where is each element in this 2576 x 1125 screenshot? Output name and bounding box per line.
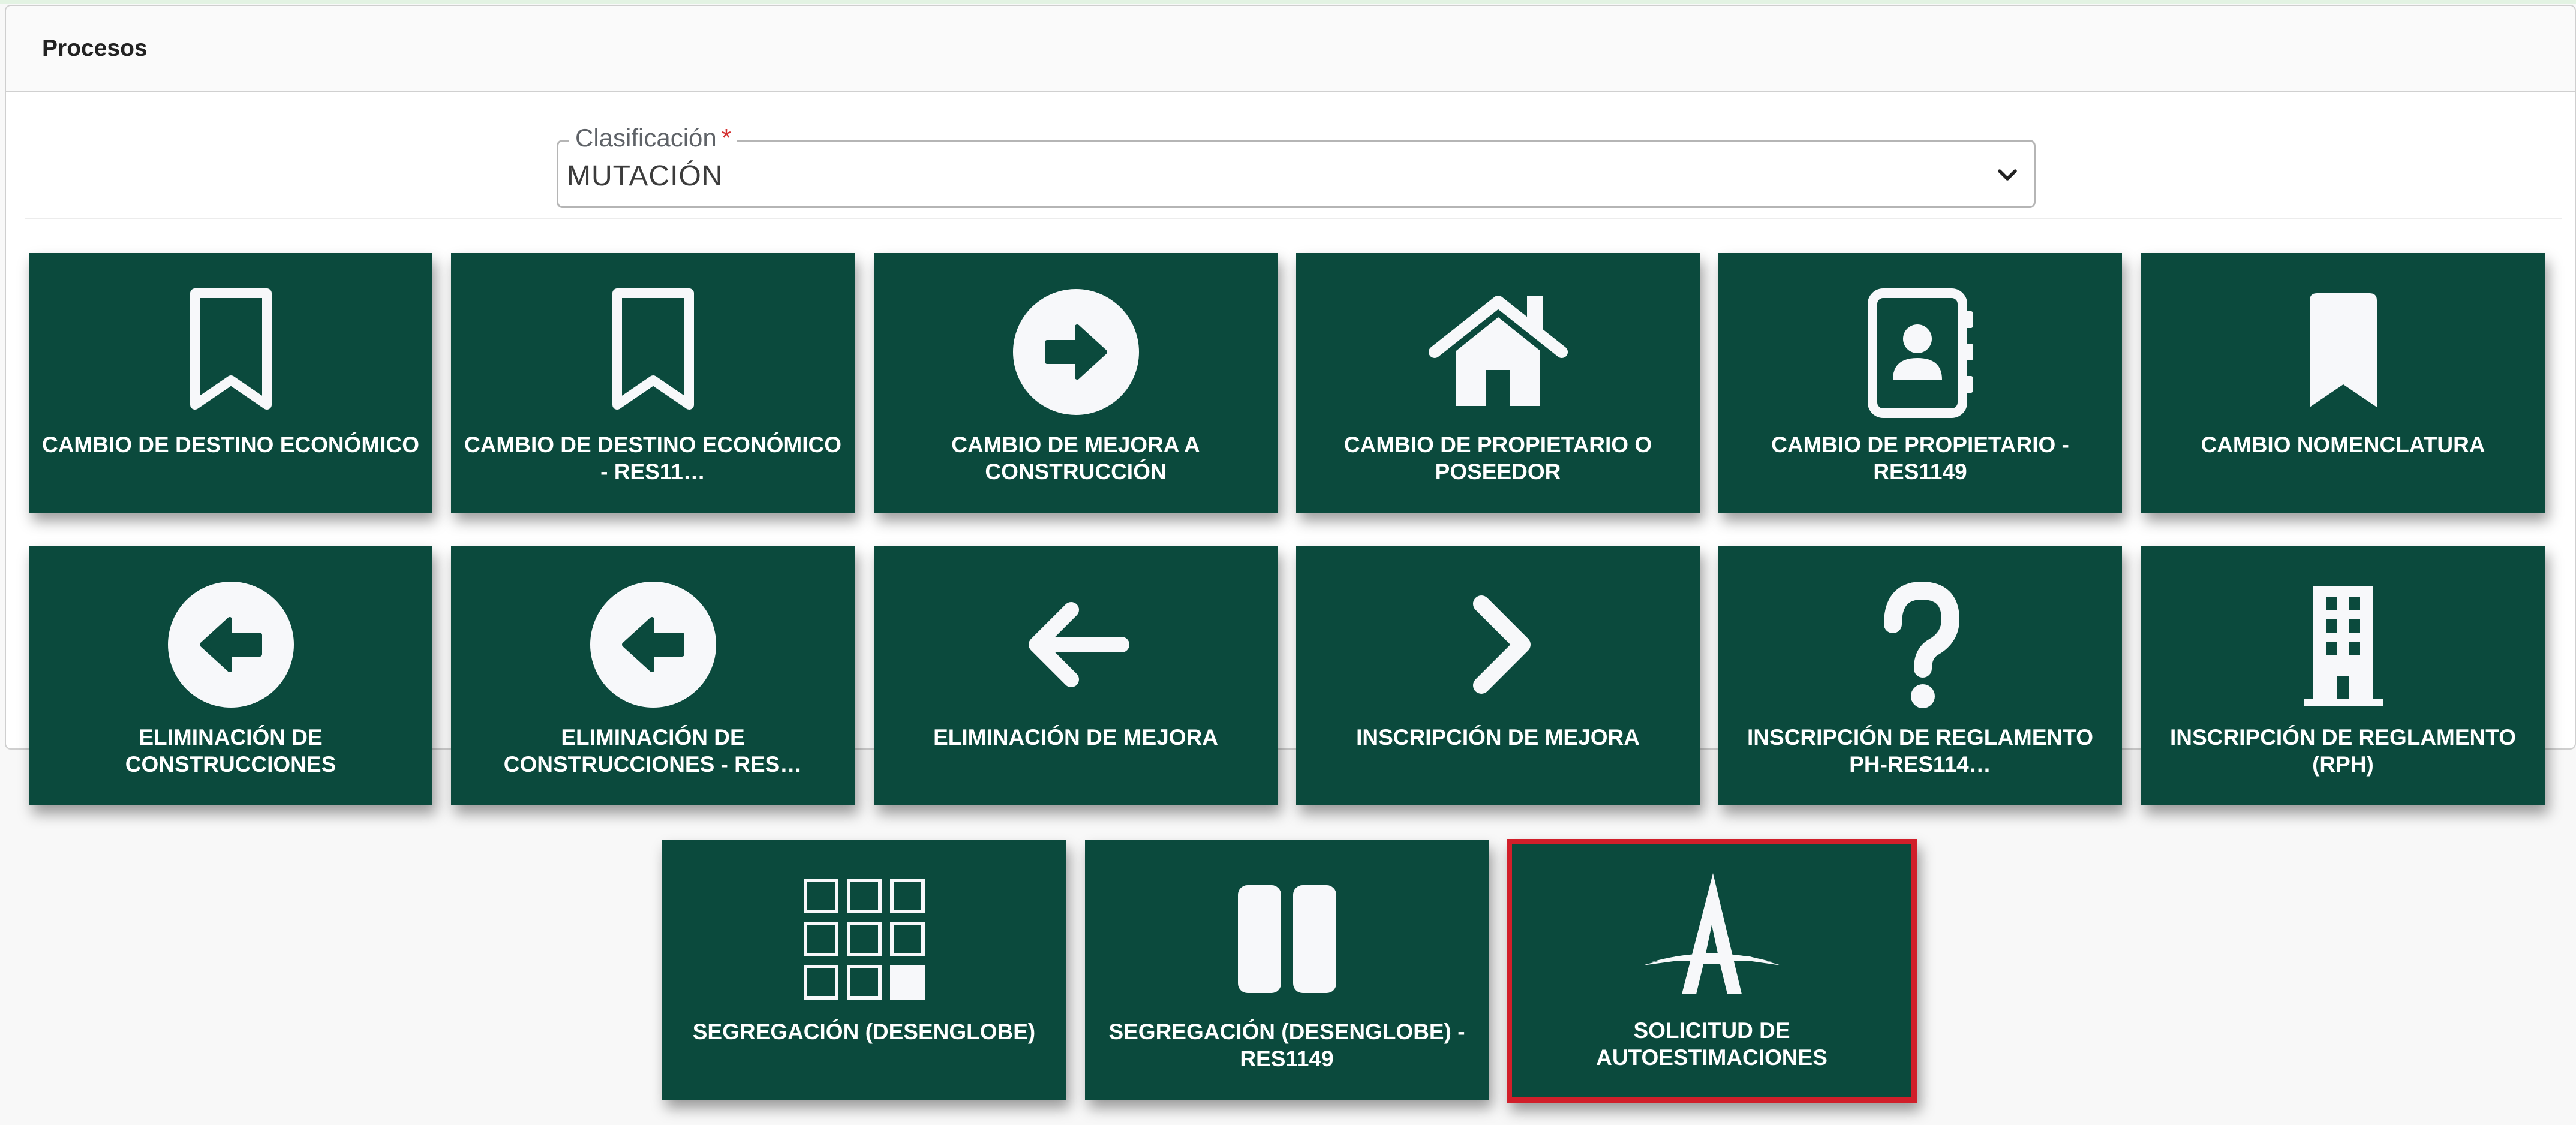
process-tile-inscripcion-de-reglamento-rph[interactable]: INSCRIPCIÓN DE REGLAMENTO (RPH) bbox=[2141, 546, 2545, 805]
tile-label: SEGREGACIÓN (DESENGLOBE) bbox=[692, 1019, 1036, 1044]
process-tile-eliminacion-de-construcciones[interactable]: ELIMINACIÓN DE CONSTRUCCIONES bbox=[29, 546, 432, 805]
bookmark-outline-icon bbox=[581, 280, 725, 424]
tile-label: CAMBIO DE DESTINO ECONÓMICO bbox=[41, 432, 420, 457]
circle-arrow-left-icon bbox=[581, 573, 725, 717]
panel-header: Procesos bbox=[6, 6, 2575, 92]
tile-label: SOLICITUD DE AUTOESTIMACIONES bbox=[1596, 1018, 1827, 1070]
house-icon bbox=[1426, 280, 1570, 424]
address-book-icon bbox=[1848, 280, 1992, 424]
tile-label: INSCRIPCIÓN DE REGLAMENTO PH-RES114… bbox=[1747, 725, 2093, 777]
process-tile-eliminacion-de-construcciones-res[interactable]: ELIMINACIÓN DE CONSTRUCCIONES - RES… bbox=[451, 546, 855, 805]
bookmark-outline-icon bbox=[159, 280, 303, 424]
process-tile-cambio-de-mejora-a-construccion[interactable]: CAMBIO DE MEJORA A CONSTRUCCIÓN bbox=[874, 253, 1278, 513]
tile-label: CAMBIO DE PROPIETARIO - RES1149 bbox=[1771, 432, 2069, 484]
clasificacion-select[interactable]: Clasificación * MUTACIÓN bbox=[557, 121, 2036, 208]
required-mark: * bbox=[721, 124, 732, 152]
question-icon bbox=[1848, 573, 1992, 717]
tile-label: ELIMINACIÓN DE CONSTRUCCIONES bbox=[125, 725, 336, 777]
clasificacion-value: MUTACIÓN bbox=[567, 160, 723, 192]
process-tile-segregacion-desenglobe[interactable]: SEGREGACIÓN (DESENGLOBE) bbox=[662, 840, 1066, 1100]
building-icon bbox=[2271, 573, 2415, 717]
process-tile-inscripcion-de-reglamento-ph-res114[interactable]: INSCRIPCIÓN DE REGLAMENTO PH-RES114… bbox=[1718, 546, 2122, 805]
bookmark-solid-icon bbox=[2271, 280, 2415, 424]
tile-label: INSCRIPCIÓN DE REGLAMENTO (RPH) bbox=[2170, 725, 2516, 777]
tile-label: ELIMINACIÓN DE MEJORA bbox=[933, 725, 1218, 750]
chevron-down-icon[interactable] bbox=[1994, 162, 2021, 188]
tile-label: CAMBIO DE PROPIETARIO O POSEEDOR bbox=[1343, 432, 1652, 484]
arrow-left-icon bbox=[1004, 573, 1148, 717]
circle-arrow-right-icon bbox=[1004, 280, 1148, 424]
process-tile-cambio-de-destino-economico-res11[interactable]: CAMBIO DE DESTINO ECONÓMICO - RES11… bbox=[451, 253, 855, 513]
process-tile-cambio-de-propietario-res1149[interactable]: CAMBIO DE PROPIETARIO - RES1149 bbox=[1718, 253, 2122, 513]
process-tile-segregacion-desenglobe-res1149[interactable]: SEGREGACIÓN (DESENGLOBE) - RES1149 bbox=[1085, 840, 1489, 1100]
pause-icon bbox=[1215, 867, 1359, 1011]
process-tile-inscripcion-de-mejora[interactable]: INSCRIPCIÓN DE MEJORA bbox=[1296, 546, 1700, 805]
panel-title: Procesos bbox=[42, 35, 148, 61]
grid-icon bbox=[792, 867, 936, 1011]
top-accent-line bbox=[0, 0, 2576, 4]
process-tile-cambio-de-propietario-o-poseedor[interactable]: CAMBIO DE PROPIETARIO O POSEEDOR bbox=[1296, 253, 1700, 513]
clasificacion-label: Clasificación * bbox=[569, 121, 738, 155]
process-tile-cambio-nomenclatura[interactable]: CAMBIO NOMENCLATURA bbox=[2141, 253, 2545, 513]
autoestimacion-logo-icon bbox=[1640, 866, 1784, 1010]
circle-arrow-left-icon bbox=[159, 573, 303, 717]
tile-label: CAMBIO DE DESTINO ECONÓMICO - RES11… bbox=[464, 432, 842, 484]
process-tile-eliminacion-de-mejora[interactable]: ELIMINACIÓN DE MEJORA bbox=[874, 546, 1278, 805]
tile-label: ELIMINACIÓN DE CONSTRUCCIONES - RES… bbox=[503, 725, 802, 777]
process-tile-solicitud-de-autoestimaciones[interactable]: SOLICITUD DE AUTOESTIMACIONES bbox=[1507, 839, 1917, 1103]
tile-label: SEGREGACIÓN (DESENGLOBE) - RES1149 bbox=[1108, 1019, 1465, 1071]
tile-label: INSCRIPCIÓN DE MEJORA bbox=[1356, 725, 1640, 750]
tile-label: CAMBIO DE MEJORA A CONSTRUCCIÓN bbox=[951, 432, 1200, 484]
tile-label: CAMBIO NOMENCLATURA bbox=[2201, 432, 2485, 457]
chevron-right-icon bbox=[1426, 573, 1570, 717]
divider bbox=[25, 218, 2562, 219]
process-tile-cambio-de-destino-economico[interactable]: CAMBIO DE DESTINO ECONÓMICO bbox=[29, 253, 432, 513]
